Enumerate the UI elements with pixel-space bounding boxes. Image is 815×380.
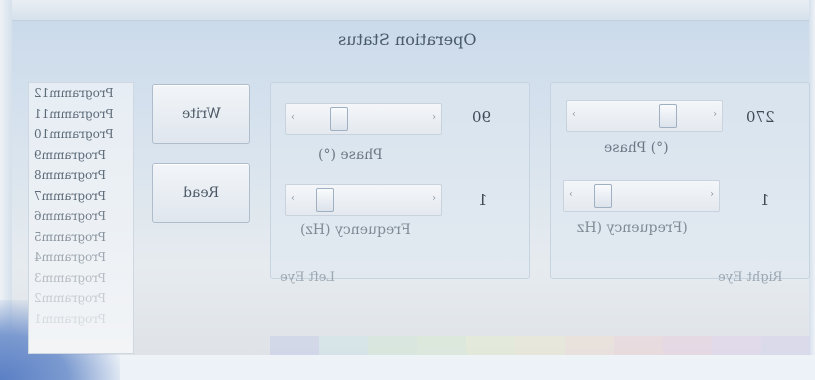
- slider-left-arrow-icon[interactable]: ‹: [291, 193, 295, 204]
- color-swatch: [466, 336, 516, 355]
- left-eye-group-label: Left Eye: [280, 270, 336, 285]
- list-item[interactable]: Programm11: [29, 104, 133, 125]
- list-item[interactable]: Programm12: [29, 83, 133, 104]
- right-frequency-slider[interactable]: ‹ ›: [563, 180, 720, 212]
- right-frequency-value: 1: [760, 191, 770, 209]
- list-item[interactable]: Programm9: [29, 145, 133, 166]
- list-item[interactable]: Programm5: [29, 227, 133, 248]
- left-phase-slider[interactable]: ‹ ›: [285, 103, 442, 135]
- left-phase-value: 90: [472, 108, 492, 126]
- left-frequency-value: 1: [478, 191, 488, 209]
- color-swatch: [515, 336, 565, 355]
- color-strip: [270, 336, 811, 355]
- left-frequency-slider[interactable]: ‹ ›: [285, 184, 442, 216]
- slider-left-arrow-icon[interactable]: ‹: [572, 109, 576, 120]
- left-phase-label: Phase (°): [318, 147, 383, 163]
- slider-right-arrow-icon[interactable]: ›: [710, 189, 714, 200]
- right-phase-slider[interactable]: ‹ ›: [566, 100, 723, 132]
- color-swatch: [270, 336, 320, 355]
- write-button[interactable]: Write: [152, 84, 250, 144]
- list-item[interactable]: Programm10: [29, 124, 133, 145]
- program-list[interactable]: Programm12 Programm11 Programm10 Program…: [28, 82, 134, 354]
- list-item[interactable]: Programm8: [29, 165, 133, 186]
- slider-thumb[interactable]: [316, 188, 334, 212]
- slider-thumb[interactable]: [330, 107, 348, 131]
- right-phase-value: 270: [746, 108, 775, 126]
- slider-left-arrow-icon[interactable]: ‹: [569, 189, 573, 200]
- right-phase-label: (°) Phase: [604, 140, 669, 156]
- app-window: Operation Status Programm12 Programm11 P…: [0, 0, 815, 380]
- color-swatch: [319, 336, 369, 355]
- list-item[interactable]: Programm2: [29, 288, 133, 309]
- list-item[interactable]: Programm4: [29, 247, 133, 268]
- slider-right-arrow-icon[interactable]: ›: [432, 112, 436, 123]
- color-swatch: [613, 336, 663, 355]
- slider-right-arrow-icon[interactable]: ›: [432, 193, 436, 204]
- color-swatch: [711, 336, 761, 355]
- list-item[interactable]: Programm1: [29, 309, 133, 330]
- color-swatch: [760, 336, 811, 355]
- list-item[interactable]: Programm7: [29, 186, 133, 207]
- list-item[interactable]: Programm6: [29, 206, 133, 227]
- left-frequency-label: Frequency (Hz): [300, 222, 411, 238]
- color-swatch: [662, 336, 712, 355]
- color-swatch: [368, 336, 418, 355]
- list-item[interactable]: Programm3: [29, 268, 133, 289]
- slider-left-arrow-icon[interactable]: ‹: [291, 112, 295, 123]
- color-swatch: [417, 336, 467, 355]
- window-top-frame: [0, 0, 815, 21]
- right-frequency-label: (Frequency (Hz: [577, 220, 688, 236]
- color-swatch: [564, 336, 614, 355]
- window-title: Operation Status: [338, 30, 477, 49]
- slider-right-arrow-icon[interactable]: ›: [713, 109, 717, 120]
- read-button[interactable]: Read: [152, 163, 250, 223]
- slider-thumb[interactable]: [659, 104, 677, 128]
- slider-thumb[interactable]: [594, 184, 612, 208]
- right-eye-group-label: Right Eye: [718, 270, 783, 285]
